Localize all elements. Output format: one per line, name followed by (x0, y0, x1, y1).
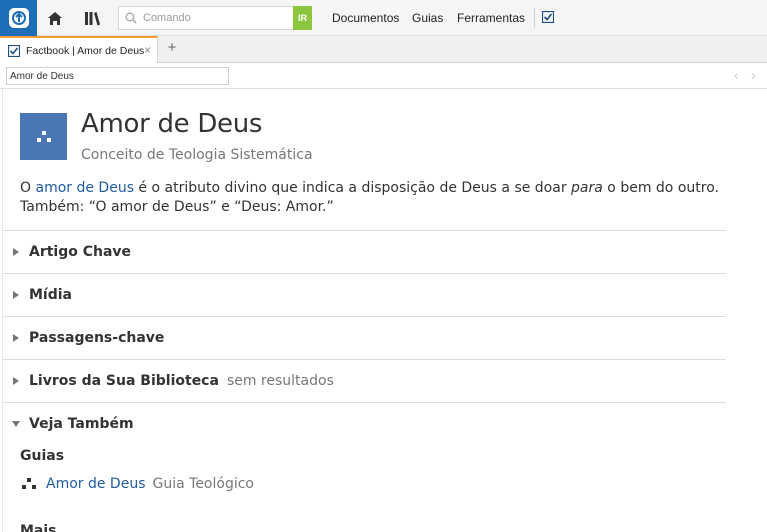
expand-triangle-icon (13, 376, 19, 385)
no-results-note: sem resultados (226, 372, 334, 389)
forward-arrow-icon[interactable]: › (751, 67, 756, 83)
section-artigo-chave[interactable]: Artigo Chave (3, 230, 726, 272)
section-midia[interactable]: Mídia (3, 273, 726, 315)
library-button[interactable] (75, 0, 109, 36)
address-bar: ‹ › (0, 63, 767, 89)
factbook-search-input[interactable] (6, 67, 229, 85)
topic-icon (20, 113, 67, 160)
expand-triangle-icon (13, 333, 19, 342)
see-also-type: Guia Teológico (152, 476, 255, 492)
menu-documentos[interactable]: Documentos (332, 0, 399, 36)
menu-ferramentas[interactable]: Ferramentas (457, 0, 525, 36)
logos-logo-button[interactable] (0, 0, 37, 36)
home-button[interactable] (38, 0, 72, 36)
go-button[interactable]: IR (293, 6, 312, 30)
see-also-item[interactable]: Amor de Deus Guia Teológico (22, 476, 254, 492)
factbook-content: Amor de Deus Conceito de Teologia Sistem… (0, 89, 767, 532)
tab-factbook[interactable]: Factbook | Amor de Deus × (0, 36, 158, 63)
expand-triangle-icon (13, 247, 19, 256)
add-tab-button[interactable]: + (164, 39, 180, 56)
checklist-button[interactable] (540, 9, 556, 25)
home-icon (48, 11, 62, 25)
see-also-link[interactable]: Amor de Deus (46, 476, 146, 492)
factbook-icon (8, 44, 20, 57)
article-description: O amor de Deus é o atributo divino que i… (20, 180, 719, 215)
library-icon (84, 11, 100, 25)
mais-heading: Mais (20, 523, 57, 532)
guias-heading: Guias (20, 448, 65, 464)
page-title: Amor de Deus (81, 109, 263, 139)
theological-guide-icon (22, 478, 36, 489)
back-arrow-icon[interactable]: ‹ (734, 67, 739, 83)
amor-de-deus-link[interactable]: amor de Deus (35, 180, 134, 196)
section-veja-tambem[interactable]: Veja Também (3, 402, 726, 444)
expand-triangle-icon (13, 290, 19, 299)
logos-logo-icon (8, 8, 29, 28)
checklist-icon (542, 11, 554, 23)
command-box: IR (118, 6, 312, 30)
section-livros-biblioteca[interactable]: Livros da Sua Biblioteca sem resultados (3, 359, 726, 401)
search-icon (119, 7, 143, 29)
command-input[interactable] (143, 7, 293, 29)
page-subtitle: Conceito de Teologia Sistemática (81, 147, 313, 163)
tab-strip: Factbook | Amor de Deus × + (0, 36, 767, 63)
menu-guias[interactable]: Guias (412, 0, 443, 36)
toolbar-divider (534, 8, 535, 28)
tab-label: Factbook | Amor de Deus (26, 44, 145, 57)
main-toolbar: IR Documentos Guias Ferramentas (0, 0, 767, 36)
collapse-triangle-icon (12, 420, 20, 427)
close-icon[interactable]: × (144, 43, 151, 57)
section-passagens-chave[interactable]: Passagens-chave (3, 316, 726, 358)
